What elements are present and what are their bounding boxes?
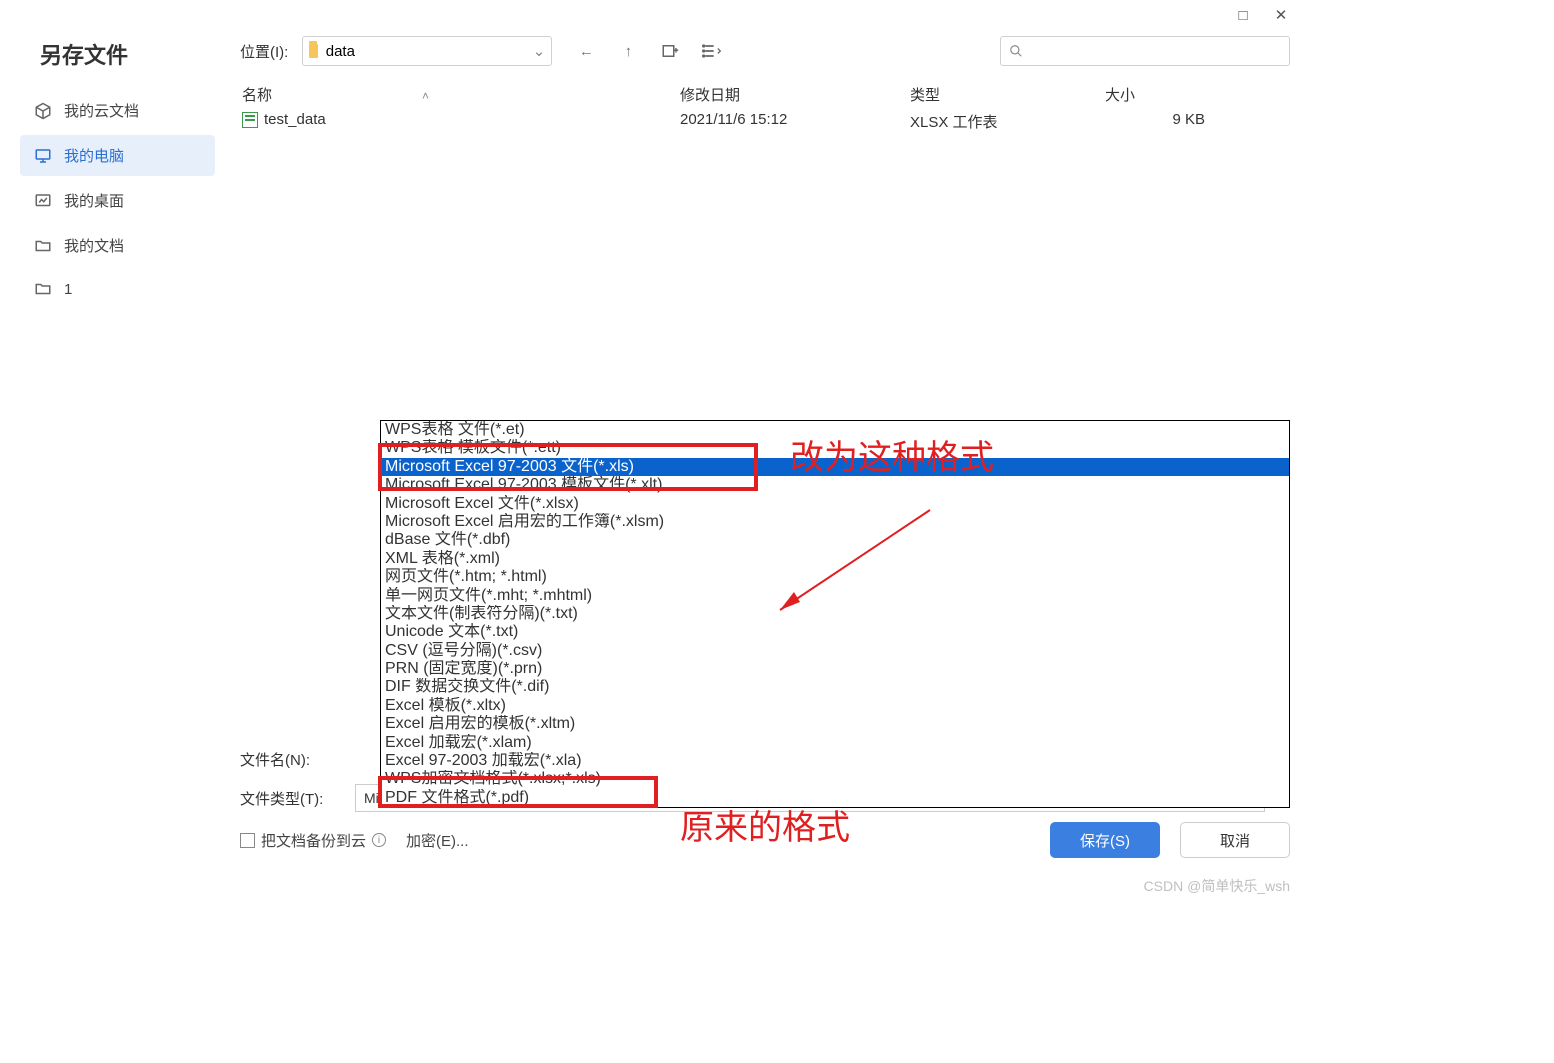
- column-headers: 名称˄ 修改日期 类型 大小: [240, 84, 1290, 109]
- backup-label: 把文档备份到云: [261, 830, 366, 851]
- location-input[interactable]: [324, 42, 527, 61]
- file-name: test_data: [264, 111, 326, 128]
- file-size: 9 KB: [1105, 111, 1225, 132]
- location-combo[interactable]: ⌄: [302, 36, 552, 66]
- xlsx-file-icon: [242, 112, 258, 128]
- filename-label: 文件名(N):: [240, 749, 345, 770]
- annotation-text-bottom: 原来的格式: [680, 800, 850, 849]
- monitor-icon: [34, 147, 52, 165]
- desktop-icon: [34, 192, 52, 210]
- back-icon[interactable]: ←: [576, 41, 596, 61]
- filename-row: 文件名(N):: [240, 749, 345, 770]
- watermark: CSDN @简单快乐_wsh: [1144, 876, 1290, 896]
- filetype-option[interactable]: Excel 加载宏(*.xlam): [381, 734, 1289, 752]
- filetype-option[interactable]: CSV (逗号分隔)(*.csv): [381, 642, 1289, 660]
- sidebar-item-desktop[interactable]: 我的桌面: [20, 180, 215, 221]
- maximize-icon[interactable]: □: [1234, 6, 1252, 24]
- filetype-option[interactable]: Excel 启用宏的模板(*.xltm): [381, 715, 1289, 733]
- filetype-option[interactable]: Excel 97-2003 加载宏(*.xla): [381, 752, 1289, 770]
- filetype-label: 文件类型(T):: [240, 788, 345, 809]
- sidebar-item-my-documents[interactable]: 我的文档: [20, 225, 215, 266]
- annotation-text-top: 改为这种格式: [790, 430, 994, 479]
- sidebar-item-label: 我的桌面: [64, 190, 124, 211]
- col-name[interactable]: 名称˄: [240, 84, 680, 105]
- encrypt-button[interactable]: 加密(E)...: [406, 830, 469, 851]
- folder-icon: [34, 280, 52, 298]
- cube-icon: [34, 102, 52, 120]
- close-icon[interactable]: ✕: [1272, 6, 1290, 24]
- nav-toolbar: ← ↑: [576, 41, 722, 61]
- folder-icon: [309, 44, 317, 58]
- annotation-box-top: [378, 443, 758, 491]
- col-date[interactable]: 修改日期: [680, 84, 910, 105]
- sidebar-item-label: 我的云文档: [64, 100, 139, 121]
- folder-icon: [34, 237, 52, 255]
- filetype-option[interactable]: PRN (固定宽度)(*.prn): [381, 660, 1289, 678]
- new-folder-icon[interactable]: [660, 41, 680, 61]
- file-type: XLSX 工作表: [910, 111, 1105, 132]
- sidebar-item-label: 我的电脑: [64, 145, 124, 166]
- annotation-box-bottom: [378, 776, 658, 808]
- annotation-arrow-icon: [760, 500, 940, 630]
- dialog-title: 另存文件: [40, 38, 128, 70]
- backup-to-cloud[interactable]: 把文档备份到云 i: [240, 830, 386, 851]
- filetype-option[interactable]: Excel 模板(*.xltx): [381, 697, 1289, 715]
- location-label: 位置(I):: [240, 41, 288, 62]
- save-button[interactable]: 保存(S): [1050, 822, 1160, 858]
- sidebar: 我的云文档 我的电脑 我的桌面 我的文档 1: [20, 90, 215, 312]
- window-controls: □ ✕: [1234, 6, 1290, 24]
- up-icon[interactable]: ↑: [618, 41, 638, 61]
- file-row[interactable]: test_data 2021/11/6 15:12 XLSX 工作表 9 KB: [240, 109, 1290, 134]
- view-list-icon[interactable]: [702, 41, 722, 61]
- sidebar-item-my-computer[interactable]: 我的电脑: [20, 135, 215, 176]
- location-row: 位置(I): ⌄ ← ↑: [240, 30, 1290, 72]
- sidebar-item-label: 1: [64, 281, 72, 298]
- sort-asc-icon: ˄: [422, 89, 429, 103]
- search-icon: [1009, 44, 1023, 58]
- col-size[interactable]: 大小: [1105, 84, 1225, 105]
- filetype-option[interactable]: DIF 数据交换文件(*.dif): [381, 678, 1289, 696]
- cancel-button[interactable]: 取消: [1180, 822, 1290, 858]
- chevron-down-icon[interactable]: ⌄: [533, 42, 546, 60]
- file-date: 2021/11/6 15:12: [680, 111, 910, 132]
- col-type[interactable]: 类型: [910, 84, 1105, 105]
- sidebar-item-recent-1[interactable]: 1: [20, 270, 215, 308]
- sidebar-item-cloud-docs[interactable]: 我的云文档: [20, 90, 215, 131]
- search-box[interactable]: [1000, 36, 1290, 66]
- checkbox-icon[interactable]: [240, 833, 255, 848]
- sidebar-item-label: 我的文档: [64, 235, 124, 256]
- info-icon[interactable]: i: [372, 833, 386, 847]
